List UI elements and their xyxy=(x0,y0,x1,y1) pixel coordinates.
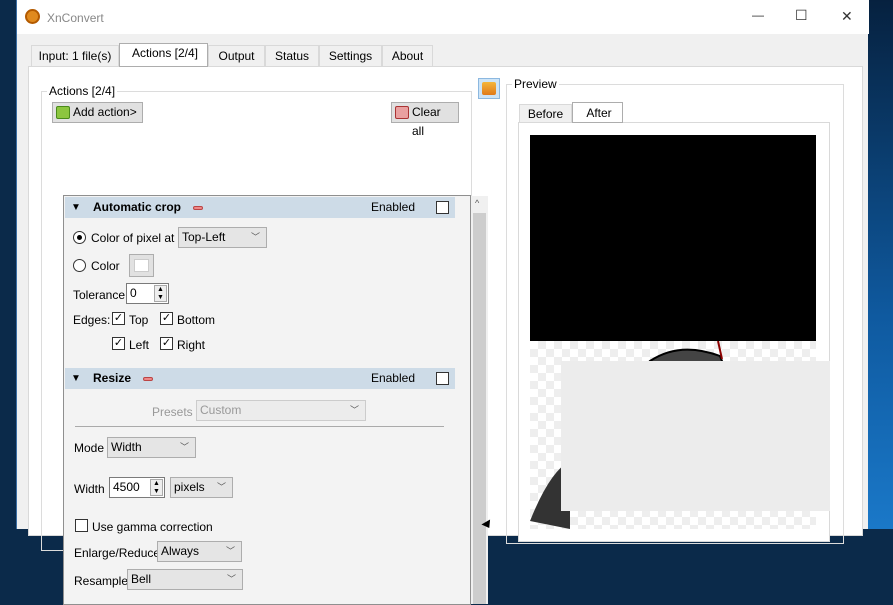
remove-action-icon[interactable] xyxy=(193,206,203,210)
edge-bottom-label: Bottom xyxy=(177,313,216,327)
color-picker-button[interactable] xyxy=(129,254,154,277)
edge-right-checkbox[interactable]: ✓ xyxy=(160,337,173,350)
enlarge-reduce-select[interactable]: Always ﹀ xyxy=(157,541,242,562)
presets-value: Custom xyxy=(200,403,242,417)
spin-arrows-icon[interactable]: ▲ ▼ xyxy=(150,479,163,496)
tab-before[interactable]: Before xyxy=(519,104,572,123)
edge-bottom-checkbox[interactable]: ✓ xyxy=(160,312,173,325)
presets-select[interactable]: Custom ﹀ xyxy=(196,400,366,421)
mode-label: Mode xyxy=(74,441,105,455)
presets-label: Presets xyxy=(152,405,193,419)
tab-output[interactable]: Output xyxy=(208,45,265,66)
resize-header[interactable]: ▼ Resize Enabled xyxy=(65,368,455,389)
unit-value: pixels xyxy=(174,480,205,494)
chevron-down-icon: ﹀ xyxy=(216,482,226,492)
auto-crop-header[interactable]: ▼ Automatic crop Enabled xyxy=(65,197,455,218)
unit-select[interactable]: pixels ﹀ xyxy=(170,477,233,498)
edge-left-checkbox[interactable]: ✓ xyxy=(112,337,125,350)
collapse-triangle-icon[interactable]: ▼ xyxy=(71,368,81,389)
scroll-up-icon[interactable]: ^ xyxy=(475,198,479,208)
actions-group-label: Actions [2/4] xyxy=(47,84,118,98)
enlarge-reduce-value: Always xyxy=(161,544,200,558)
chevron-down-icon: ﹀ xyxy=(349,405,359,415)
add-icon xyxy=(56,106,70,119)
minimize-button[interactable]: — xyxy=(752,8,764,22)
enlarge-reduce-label: Enlarge/Reduce xyxy=(74,546,161,560)
mode-select[interactable]: Width ﹀ xyxy=(107,437,196,458)
resample-label: Resample xyxy=(74,574,129,588)
add-action-button[interactable]: Add action> xyxy=(52,102,143,123)
gamma-correction-checkbox[interactable] xyxy=(75,519,88,532)
remove-action-icon[interactable] xyxy=(143,377,153,381)
tolerance-spinbox[interactable]: 0 ▲ ▼ xyxy=(126,283,169,304)
preview-image-crop-area xyxy=(530,135,816,341)
tab-input[interactable]: Input: 1 file(s) xyxy=(31,45,119,66)
preview-overlay-panel xyxy=(561,361,830,511)
color-of-pixel-radio[interactable] xyxy=(73,231,86,244)
divider xyxy=(75,426,444,427)
tab-settings[interactable]: Settings xyxy=(319,45,382,66)
width-label: Width xyxy=(74,482,105,496)
tolerance-value: 0 xyxy=(130,286,137,300)
chevron-down-icon: ﹀ xyxy=(250,232,260,242)
tolerance-label: Tolerance xyxy=(73,288,126,302)
edge-left-label: Left xyxy=(129,338,150,352)
resample-select[interactable]: Bell ﹀ xyxy=(127,569,243,590)
tab-status[interactable]: Status xyxy=(265,45,319,66)
enabled-label: Enabled xyxy=(370,371,415,385)
preview-group-label: Preview xyxy=(512,77,559,91)
resize-enabled-checkbox[interactable] xyxy=(436,372,449,385)
chevron-down-icon: ﹀ xyxy=(179,442,189,452)
preview-image-icon xyxy=(482,82,496,95)
tab-after[interactable]: After xyxy=(572,102,623,123)
close-button[interactable]: ✕ xyxy=(841,8,853,25)
color-of-pixel-label: Color of pixel at xyxy=(91,231,175,245)
color-label: Color xyxy=(91,259,120,273)
edge-right-label: Right xyxy=(177,338,206,352)
desktop-background xyxy=(868,0,893,529)
pixel-position-select[interactable]: Top-Left ﹀ xyxy=(178,227,267,248)
add-action-label: Add action> xyxy=(73,105,137,119)
actions-list: ▼ Automatic crop Enabled Color of pixel … xyxy=(63,195,488,605)
scrollbar-thumb[interactable] xyxy=(473,213,486,604)
tab-actions[interactable]: Actions [2/4] xyxy=(119,43,208,67)
pixel-position-value: Top-Left xyxy=(182,230,226,244)
clear-all-button[interactable]: Clear all xyxy=(391,102,459,138)
chevron-down-icon: ﹀ xyxy=(226,574,236,584)
app-logo-icon xyxy=(25,9,40,24)
mode-value: Width xyxy=(111,440,142,454)
resize-title: Resize xyxy=(93,371,132,385)
toggle-preview-button[interactable] xyxy=(478,78,500,99)
spin-arrows-icon[interactable]: ▲ ▼ xyxy=(154,285,167,302)
title-bar: XnConvert — ☐ ✕ xyxy=(17,0,869,34)
chevron-down-icon: ﹀ xyxy=(225,546,235,556)
edge-top-label: Top xyxy=(129,313,149,327)
actions-scrollbar[interactable]: ^ xyxy=(471,196,488,604)
edges-label: Edges: xyxy=(73,313,111,327)
gamma-correction-label: Use gamma correction xyxy=(92,520,213,534)
maximize-button[interactable]: ☐ xyxy=(795,7,808,24)
enabled-label: Enabled xyxy=(370,200,415,214)
auto-crop-enabled-checkbox[interactable] xyxy=(436,201,449,214)
edge-top-checkbox[interactable]: ✓ xyxy=(112,312,125,325)
resample-value: Bell xyxy=(131,572,152,586)
clear-icon xyxy=(395,106,409,119)
color-radio[interactable] xyxy=(73,259,86,272)
width-spinbox[interactable]: 4500 ▲ ▼ xyxy=(109,477,165,498)
collapse-triangle-icon[interactable]: ▼ xyxy=(71,197,81,218)
clear-all-label: Clear all xyxy=(412,105,441,138)
width-value: 4500 xyxy=(113,480,140,494)
tab-about[interactable]: About xyxy=(382,45,433,66)
window-title: XnConvert xyxy=(47,11,104,25)
auto-crop-title: Automatic crop xyxy=(93,200,182,214)
